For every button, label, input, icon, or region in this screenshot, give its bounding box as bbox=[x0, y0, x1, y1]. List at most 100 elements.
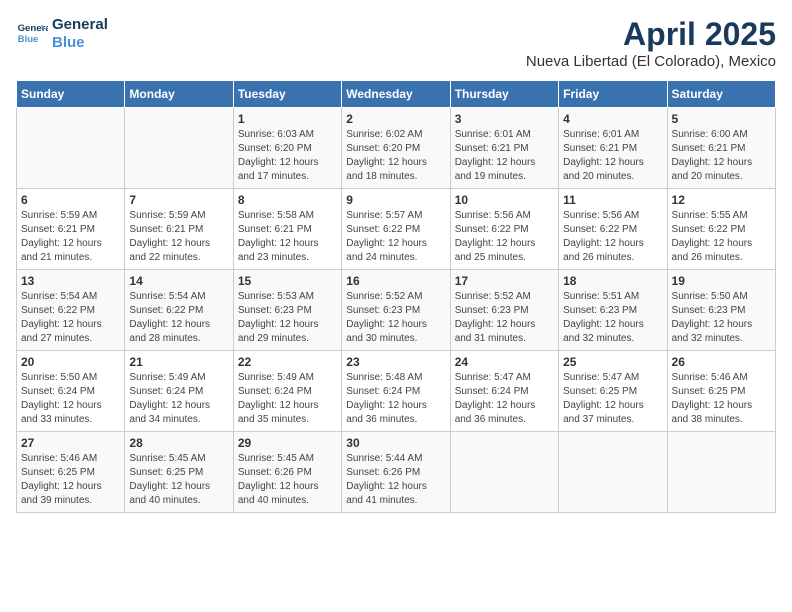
sunset-text: Sunset: 6:25 PM bbox=[672, 385, 771, 399]
day-number: 11 bbox=[563, 193, 662, 207]
day-info: Sunrise: 5:48 AMSunset: 6:24 PMDaylight:… bbox=[346, 371, 445, 427]
sunrise-text: Sunrise: 5:54 AM bbox=[21, 290, 120, 304]
calendar-cell: 30 Sunrise: 5:44 AMSunset: 6:26 PMDayligh… bbox=[342, 432, 450, 513]
day-info: Sunrise: 6:02 AMSunset: 6:20 PMDaylight:… bbox=[346, 128, 445, 184]
sunrise-text: Sunrise: 5:47 AM bbox=[455, 371, 554, 385]
sunrise-text: Sunrise: 6:02 AM bbox=[346, 128, 445, 142]
sunset-text: Sunset: 6:22 PM bbox=[346, 223, 445, 237]
sunrise-text: Sunrise: 5:56 AM bbox=[455, 209, 554, 223]
calendar-cell: 26 Sunrise: 5:46 AMSunset: 6:25 PMDayligh… bbox=[667, 351, 775, 432]
sunset-text: Sunset: 6:20 PM bbox=[238, 142, 337, 156]
day-info: Sunrise: 5:49 AMSunset: 6:24 PMDaylight:… bbox=[129, 371, 228, 427]
sunset-text: Sunset: 6:25 PM bbox=[21, 466, 120, 480]
daylight-text: Daylight: 12 hours and 35 minutes. bbox=[238, 399, 337, 427]
calendar-cell bbox=[450, 432, 558, 513]
sunrise-text: Sunrise: 5:56 AM bbox=[563, 209, 662, 223]
header-tuesday: Tuesday bbox=[233, 81, 341, 108]
day-info: Sunrise: 5:44 AMSunset: 6:26 PMDaylight:… bbox=[346, 452, 445, 508]
sunset-text: Sunset: 6:26 PM bbox=[346, 466, 445, 480]
calendar-cell: 24Sunrise: 5:47 AMSunset: 6:24 PMDayligh… bbox=[450, 351, 558, 432]
sunrise-text: Sunrise: 5:55 AM bbox=[672, 209, 771, 223]
daylight-text: Daylight: 12 hours and 40 minutes. bbox=[238, 480, 337, 508]
daylight-text: Daylight: 12 hours and 32 minutes. bbox=[672, 318, 771, 346]
day-number: 26 bbox=[672, 355, 771, 369]
daylight-text: Daylight: 12 hours and 39 minutes. bbox=[21, 480, 120, 508]
day-info: Sunrise: 5:52 AMSunset: 6:23 PMDaylight:… bbox=[455, 290, 554, 346]
sunrise-text: Sunrise: 5:52 AM bbox=[455, 290, 554, 304]
daylight-text: Daylight: 12 hours and 27 minutes. bbox=[21, 318, 120, 346]
logo: General Blue General Blue bbox=[16, 16, 108, 52]
day-info: Sunrise: 6:01 AMSunset: 6:21 PMDaylight:… bbox=[455, 128, 554, 184]
daylight-text: Daylight: 12 hours and 41 minutes. bbox=[346, 480, 445, 508]
day-info: Sunrise: 5:58 AMSunset: 6:21 PMDaylight:… bbox=[238, 209, 337, 265]
daylight-text: Daylight: 12 hours and 36 minutes. bbox=[346, 399, 445, 427]
day-info: Sunrise: 5:46 AMSunset: 6:25 PMDaylight:… bbox=[672, 371, 771, 427]
sunrise-text: Sunrise: 5:52 AM bbox=[346, 290, 445, 304]
calendar-cell: 13Sunrise: 5:54 AMSunset: 6:22 PMDayligh… bbox=[17, 270, 125, 351]
sunrise-text: Sunrise: 5:57 AM bbox=[346, 209, 445, 223]
sunset-text: Sunset: 6:23 PM bbox=[563, 304, 662, 318]
calendar-cell: 7Sunrise: 5:59 AMSunset: 6:21 PMDaylight… bbox=[125, 189, 233, 270]
page-header: General Blue General Blue April 2025 Nue… bbox=[16, 16, 776, 70]
day-number: 28 bbox=[129, 436, 228, 450]
header-sunday: Sunday bbox=[17, 81, 125, 108]
day-number: 1 bbox=[238, 112, 337, 126]
day-info: Sunrise: 5:45 AMSunset: 6:26 PMDaylight:… bbox=[238, 452, 337, 508]
day-number: 25 bbox=[563, 355, 662, 369]
day-info: Sunrise: 5:59 AMSunset: 6:21 PMDaylight:… bbox=[21, 209, 120, 265]
daylight-text: Daylight: 12 hours and 30 minutes. bbox=[346, 318, 445, 346]
calendar-cell: 14Sunrise: 5:54 AMSunset: 6:22 PMDayligh… bbox=[125, 270, 233, 351]
day-number: 9 bbox=[346, 193, 445, 207]
sunrise-text: Sunrise: 5:49 AM bbox=[238, 371, 337, 385]
sunrise-text: Sunrise: 5:53 AM bbox=[238, 290, 337, 304]
day-info: Sunrise: 6:03 AMSunset: 6:20 PMDaylight:… bbox=[238, 128, 337, 184]
sunset-text: Sunset: 6:24 PM bbox=[346, 385, 445, 399]
calendar-cell bbox=[125, 108, 233, 189]
sunset-text: Sunset: 6:23 PM bbox=[346, 304, 445, 318]
sunrise-text: Sunrise: 5:48 AM bbox=[346, 371, 445, 385]
calendar-cell: 22Sunrise: 5:49 AMSunset: 6:24 PMDayligh… bbox=[233, 351, 341, 432]
sunrise-text: Sunrise: 5:54 AM bbox=[129, 290, 228, 304]
sunset-text: Sunset: 6:25 PM bbox=[563, 385, 662, 399]
day-info: Sunrise: 5:49 AMSunset: 6:24 PMDaylight:… bbox=[238, 371, 337, 427]
sunrise-text: Sunrise: 6:01 AM bbox=[455, 128, 554, 142]
calendar-cell: 29 Sunrise: 5:45 AMSunset: 6:26 PMDayligh… bbox=[233, 432, 341, 513]
calendar-cell: 8Sunrise: 5:58 AMSunset: 6:21 PMDaylight… bbox=[233, 189, 341, 270]
day-number: 29 bbox=[238, 436, 337, 450]
calendar-table: Sunday Monday Tuesday Wednesday Thursday… bbox=[16, 80, 776, 513]
daylight-text: Daylight: 12 hours and 22 minutes. bbox=[129, 237, 228, 265]
sunrise-text: Sunrise: 5:58 AM bbox=[238, 209, 337, 223]
day-number: 30 bbox=[346, 436, 445, 450]
logo-icon: General Blue bbox=[16, 18, 48, 50]
calendar-cell: 18Sunrise: 5:51 AMSunset: 6:23 PMDayligh… bbox=[559, 270, 667, 351]
calendar-cell: 20Sunrise: 5:50 AMSunset: 6:24 PMDayligh… bbox=[17, 351, 125, 432]
sunrise-text: Sunrise: 5:44 AM bbox=[346, 452, 445, 466]
daylight-text: Daylight: 12 hours and 17 minutes. bbox=[238, 156, 337, 184]
sunrise-text: Sunrise: 5:46 AM bbox=[21, 452, 120, 466]
calendar-cell: 28Sunrise: 5:45 AMSunset: 6:25 PMDayligh… bbox=[125, 432, 233, 513]
calendar-cell bbox=[667, 432, 775, 513]
daylight-text: Daylight: 12 hours and 33 minutes. bbox=[21, 399, 120, 427]
sunset-text: Sunset: 6:21 PM bbox=[238, 223, 337, 237]
calendar-cell: 2Sunrise: 6:02 AMSunset: 6:20 PMDaylight… bbox=[342, 108, 450, 189]
sunrise-text: Sunrise: 5:46 AM bbox=[672, 371, 771, 385]
day-number: 20 bbox=[21, 355, 120, 369]
sunrise-text: Sunrise: 5:45 AM bbox=[129, 452, 228, 466]
day-info: Sunrise: 5:51 AMSunset: 6:23 PMDaylight:… bbox=[563, 290, 662, 346]
day-number: 6 bbox=[21, 193, 120, 207]
sunrise-text: Sunrise: 5:50 AM bbox=[672, 290, 771, 304]
day-info: Sunrise: 5:47 AMSunset: 6:24 PMDaylight:… bbox=[455, 371, 554, 427]
sunrise-text: Sunrise: 5:51 AM bbox=[563, 290, 662, 304]
calendar-week-row: 1 Sunrise: 6:03 AMSunset: 6:20 PMDaylight… bbox=[17, 108, 776, 189]
daylight-text: Daylight: 12 hours and 23 minutes. bbox=[238, 237, 337, 265]
calendar-cell: 27Sunrise: 5:46 AMSunset: 6:25 PMDayligh… bbox=[17, 432, 125, 513]
day-info: Sunrise: 5:53 AMSunset: 6:23 PMDaylight:… bbox=[238, 290, 337, 346]
calendar-cell: 19Sunrise: 5:50 AMSunset: 6:23 PMDayligh… bbox=[667, 270, 775, 351]
daylight-text: Daylight: 12 hours and 20 minutes. bbox=[672, 156, 771, 184]
daylight-text: Daylight: 12 hours and 28 minutes. bbox=[129, 318, 228, 346]
day-info: Sunrise: 5:47 AMSunset: 6:25 PMDaylight:… bbox=[563, 371, 662, 427]
sunrise-text: Sunrise: 5:45 AM bbox=[238, 452, 337, 466]
calendar-cell bbox=[559, 432, 667, 513]
sunset-text: Sunset: 6:23 PM bbox=[455, 304, 554, 318]
day-number: 7 bbox=[129, 193, 228, 207]
